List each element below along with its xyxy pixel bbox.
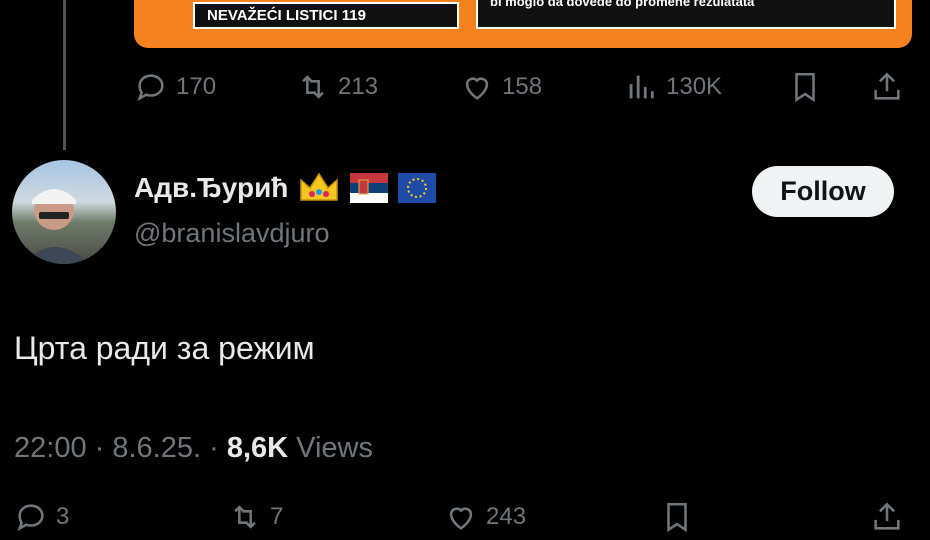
tweet-media-card[interactable]: NEVAŽEĆI LISTICI 119 bi moglo da dovede … — [134, 0, 912, 48]
heart-icon — [449, 507, 473, 530]
tweet-meta: 22:00 · 8.6.25. · 8,6K Views — [14, 432, 373, 465]
meta-separator: · — [209, 432, 227, 464]
bookmark-icon — [667, 502, 687, 533]
like-button[interactable]: 158 — [460, 70, 542, 104]
eu-flag-icon — [398, 173, 437, 203]
reply-count: 3 — [56, 503, 70, 530]
reply-icon — [17, 504, 44, 532]
like-button[interactable]: 243 — [444, 500, 526, 534]
views-button[interactable]: 130K — [624, 70, 722, 104]
card-invalid-ballots-label: NEVAŽEĆI LISTICI 119 — [193, 2, 459, 29]
views-count: 8,6K — [226, 432, 289, 464]
views-label: Views — [296, 432, 373, 464]
views-count: 130K — [666, 73, 723, 100]
share-icon — [874, 72, 900, 100]
tweet-time[interactable]: 22:00 — [14, 432, 87, 464]
reply-count: 170 — [176, 73, 217, 100]
reply-button[interactable]: 170 — [134, 70, 216, 104]
bookmark-icon — [795, 72, 815, 103]
crown-emoji-icon — [300, 172, 339, 201]
tweet-actions: 3 7 243 — [14, 500, 914, 540]
repost-count: 7 — [270, 503, 284, 530]
tweet-text: Црта ради за режим — [14, 330, 315, 366]
avatar[interactable] — [12, 160, 116, 264]
repost-icon — [234, 505, 256, 529]
repost-icon — [302, 75, 324, 99]
display-name[interactable]: Адв.Ђурић — [134, 172, 288, 204]
author-name-row: Адв.Ђурић — [134, 170, 437, 206]
serbia-flag-icon — [350, 173, 389, 203]
like-count: 243 — [486, 503, 527, 530]
share-icon — [874, 502, 900, 530]
share-button[interactable] — [870, 70, 904, 104]
heart-icon — [465, 77, 489, 100]
follow-button[interactable]: Follow — [752, 166, 894, 217]
meta-separator: · — [94, 432, 113, 464]
thread-connector-line — [63, 0, 66, 150]
like-count: 158 — [502, 73, 543, 100]
prev-tweet-actions: 170 213 158 130K — [134, 70, 914, 106]
analytics-icon — [629, 75, 654, 99]
repost-count: 213 — [338, 73, 379, 100]
repost-button[interactable]: 213 — [296, 70, 378, 104]
reply-icon — [137, 74, 164, 102]
share-button[interactable] — [870, 500, 904, 534]
card-caption: bi moglo da dovede do promene rezulatata — [476, 0, 896, 29]
bookmark-button[interactable] — [788, 70, 822, 104]
avatar-photo — [22, 189, 90, 264]
bookmark-button[interactable] — [660, 500, 694, 534]
reply-button[interactable]: 3 — [14, 500, 69, 534]
repost-button[interactable]: 7 — [228, 500, 283, 534]
tweet-date[interactable]: 8.6.25. — [112, 432, 201, 464]
author-handle[interactable]: @branislavdjuro — [134, 218, 330, 249]
